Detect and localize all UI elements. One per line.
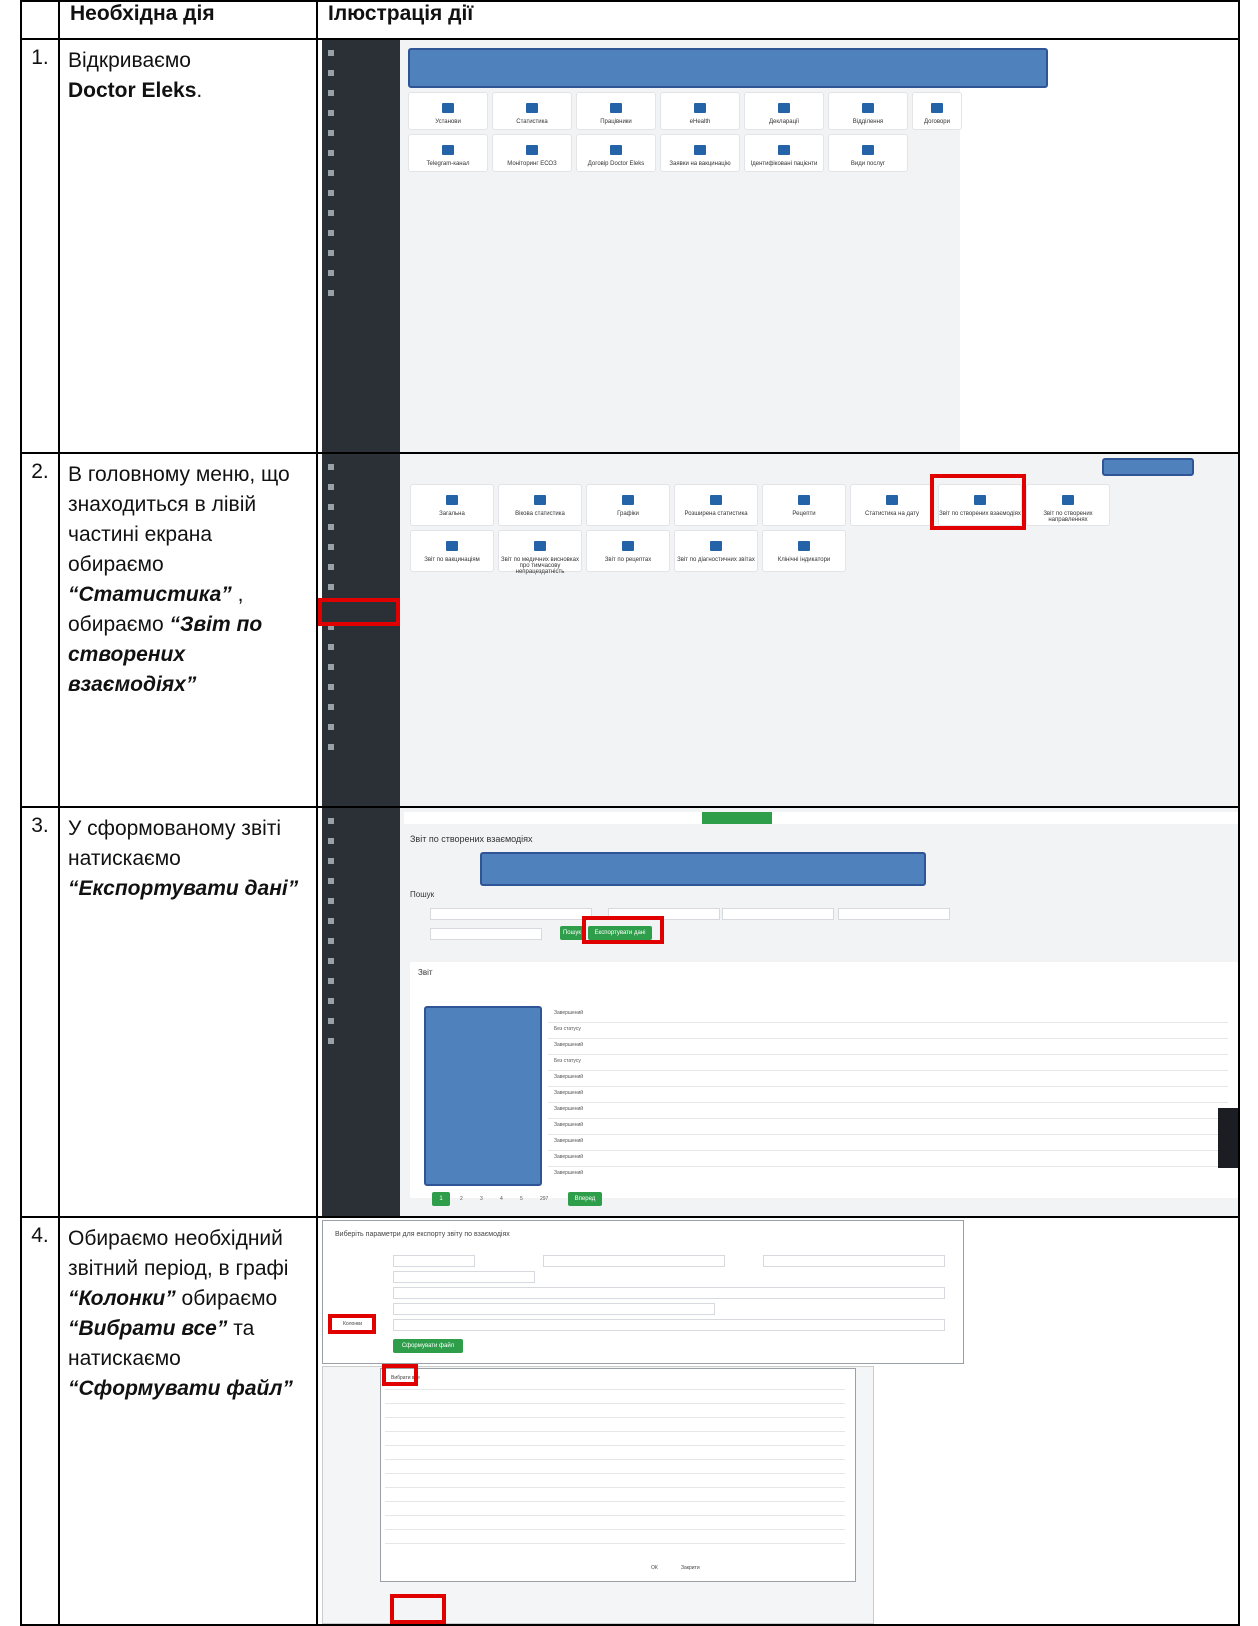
map-icon: [622, 495, 634, 505]
export-modal: Виберіть параметри для експорту звіту по…: [322, 1220, 964, 1364]
checklist-icon: [534, 541, 546, 551]
header-illustration: Ілюстрація дії: [316, 0, 1240, 40]
monitor-icon: [526, 145, 538, 155]
screenshot-report: Звіт по створених взаємодіях Пошук Пошук…: [316, 806, 1240, 1218]
step-number: 1.: [20, 38, 60, 454]
list-icon: [798, 541, 810, 551]
step-number: 3.: [20, 806, 60, 1218]
globe-icon: [694, 103, 706, 113]
screenshot-statistics: Загальна Вікова статистика Графіки Розши…: [316, 452, 1240, 808]
document-icon: [798, 495, 810, 505]
step-description: У сформованому звіті натискаємо “Експорт…: [58, 806, 318, 1218]
page-title: Звіт по створених взаємодіях: [410, 834, 533, 844]
step-description: Відкриваємо Doctor Eleks.: [58, 38, 318, 454]
redacted-block: [408, 48, 1048, 88]
header-empty: [20, 0, 60, 40]
highlight-statistics: [319, 598, 400, 626]
step-number: 2.: [20, 452, 60, 808]
book-icon: [931, 103, 943, 113]
highlight-select-all: [382, 1364, 418, 1386]
send-icon: [442, 145, 454, 155]
highlight-interactions-report: [930, 474, 1026, 530]
contract-icon: [610, 145, 622, 155]
users-icon: [534, 495, 546, 505]
calendar-icon: [886, 495, 898, 505]
modal-title: Виберіть параметри для експорту звіту по…: [335, 1231, 510, 1238]
chart-icon: [526, 103, 538, 113]
form-file-button[interactable]: Сформувати файл: [393, 1339, 463, 1353]
step-description: Обираємо необхідний звітний період, в гр…: [58, 1216, 318, 1626]
prescription-icon: [622, 541, 634, 551]
page-5[interactable]: 5: [520, 1196, 523, 1202]
page-3[interactable]: 3: [480, 1196, 483, 1202]
step-number: 4.: [20, 1216, 60, 1626]
report-heading: Звіт: [418, 968, 433, 977]
step-description: В головному меню, що знаходиться в лівій…: [58, 452, 318, 808]
page-4[interactable]: 4: [500, 1196, 503, 1202]
filter-icon: [710, 495, 722, 505]
header-action: Необхідна дія: [58, 0, 318, 40]
page-1[interactable]: 1: [432, 1192, 450, 1206]
arrows-icon: [1062, 495, 1074, 505]
vaccine-icon: [446, 541, 458, 551]
columns-dropdown: Вибрати все ОК Закрити: [380, 1368, 856, 1582]
search-button[interactable]: Пошук: [560, 926, 584, 940]
redacted-block: [480, 852, 926, 886]
drop-icon: [710, 541, 722, 551]
list-icon: [446, 495, 458, 505]
redacted-block: [424, 1006, 542, 1186]
highlight-columns: [328, 1314, 376, 1334]
highlight-export: [582, 916, 664, 944]
screenshot-export-modal: Виберіть параметри для експорту звіту по…: [316, 1216, 1240, 1626]
building-icon: [442, 103, 454, 113]
pen-icon: [694, 145, 706, 155]
screenshot-home: Установи Статистика Працівники eHealth Д…: [316, 38, 1240, 454]
list-icon: [778, 103, 790, 113]
page-2[interactable]: 2: [460, 1196, 463, 1202]
department-icon: [862, 103, 874, 113]
app-sidebar: [322, 809, 400, 1215]
users-icon: [610, 103, 622, 113]
instruction-table: Необхідна дія Ілюстрація дії 1. Відкрива…: [20, 0, 1240, 1626]
breadcrumb: [404, 812, 1237, 824]
app-sidebar: [322, 455, 400, 805]
search-heading: Пошук: [410, 890, 435, 899]
ok-button[interactable]: ОК: [651, 1565, 658, 1571]
close-button[interactable]: Закрити: [681, 1565, 700, 1571]
page-last[interactable]: 297: [540, 1196, 548, 1202]
highlight-form-file: [390, 1594, 446, 1623]
next-page-button[interactable]: Вперед: [568, 1192, 602, 1206]
app-sidebar: [322, 41, 400, 451]
user-check-icon: [778, 145, 790, 155]
briefcase-icon: [862, 145, 874, 155]
redacted-block: [1102, 458, 1194, 476]
